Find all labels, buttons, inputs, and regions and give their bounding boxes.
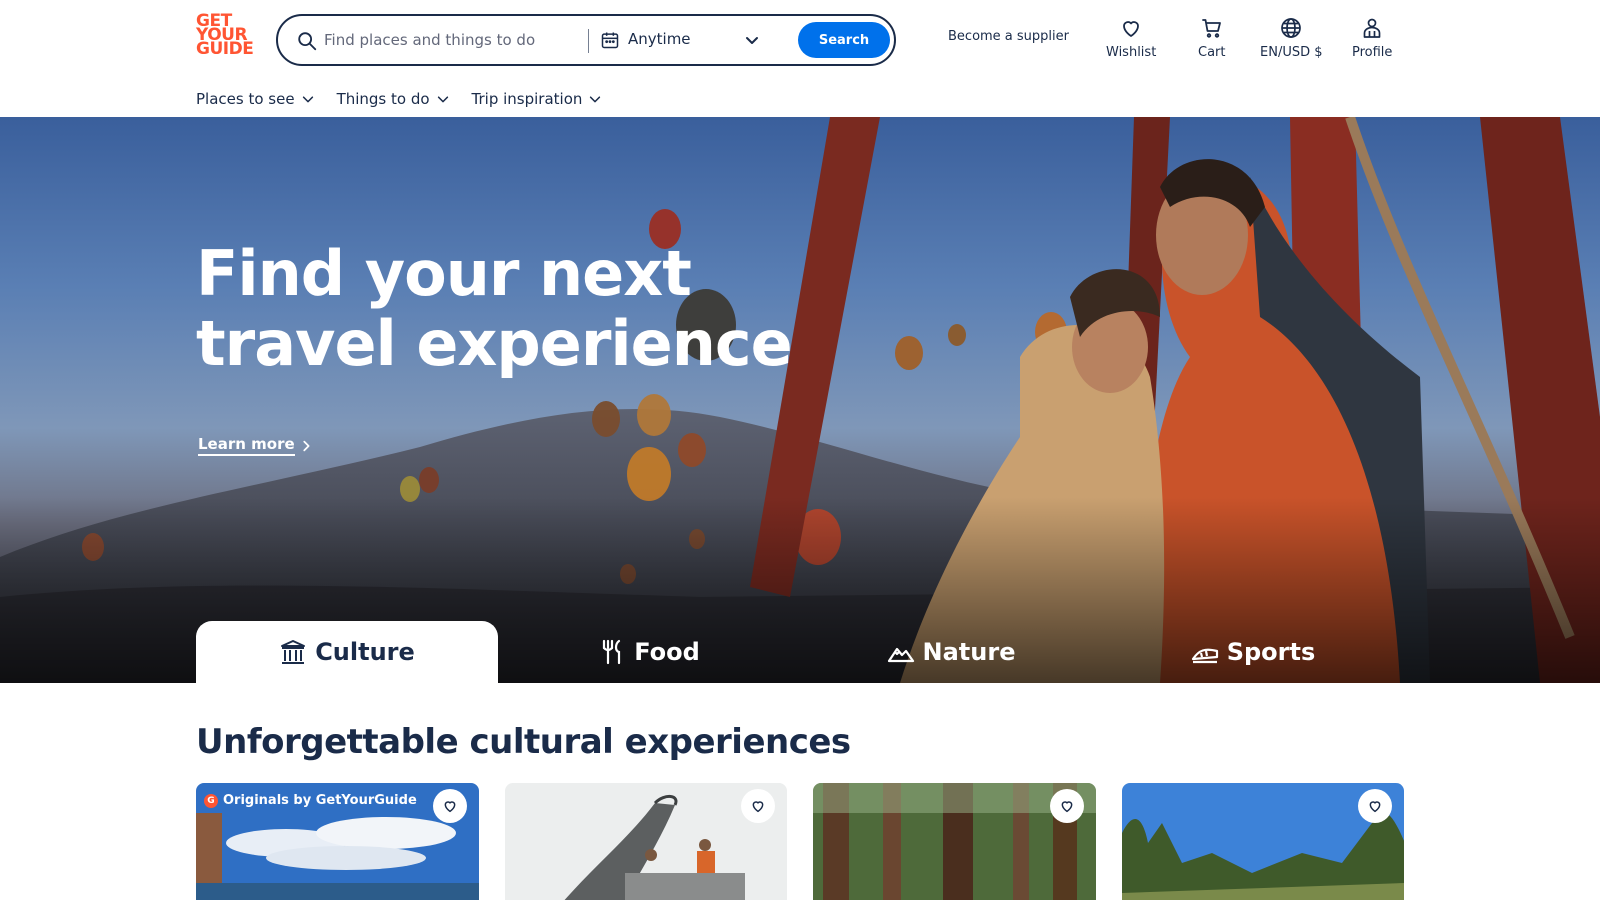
experience-card[interactable] — [1121, 783, 1404, 900]
tab-sports-label: Sports — [1226, 638, 1316, 666]
experience-card[interactable] — [813, 783, 1096, 900]
nature-icon — [887, 647, 914, 663]
tab-nature-label: Nature — [922, 638, 1016, 666]
wishlist-button[interactable]: Wishlist — [1106, 16, 1156, 60]
card-wishlist-button[interactable] — [1049, 789, 1084, 823]
wishlist-label: Wishlist — [1106, 45, 1157, 60]
nav-things-to-do[interactable]: Things to do — [337, 88, 450, 110]
date-picker[interactable]: Anytime — [596, 16, 776, 64]
section-title: Unforgettable cultural experiences — [196, 722, 851, 762]
cart-label: Cart — [1198, 45, 1226, 60]
originals-badge: G Originals by GetYourGuide — [204, 793, 417, 808]
date-value: Anytime — [628, 30, 691, 48]
heart-icon — [1369, 801, 1381, 813]
profile-label: Profile — [1352, 45, 1393, 60]
learn-more-link[interactable]: Learn more — [198, 435, 313, 456]
site-header: GET YOUR GUIDE Anytime Search Become a s… — [0, 0, 1600, 117]
tab-food-label: Food — [634, 638, 700, 666]
logo-line-3: GUIDE — [196, 39, 254, 59]
search-button[interactable]: Search — [798, 22, 890, 58]
experience-cards: G Originals by GetYourGuide — [196, 783, 1404, 900]
chevron-down-icon — [302, 96, 313, 103]
profile-button[interactable]: Profile — [1352, 16, 1392, 60]
globe-icon — [1281, 18, 1302, 38]
search-input[interactable] — [324, 16, 580, 64]
chevron-down-icon — [590, 96, 601, 103]
nav-things-to-do-label: Things to do — [336, 90, 430, 108]
become-supplier-link[interactable]: Become a supplier — [948, 29, 1069, 44]
card-wishlist-button[interactable] — [741, 789, 775, 823]
search-bar: Anytime Search — [276, 14, 896, 66]
hero-banner: Find your next travel experience Learn m… — [0, 117, 1600, 683]
sports-icon — [1191, 648, 1218, 664]
profile-icon — [1363, 18, 1381, 38]
chevron-down-icon — [746, 37, 758, 44]
nav-places-to-see[interactable]: Places to see — [196, 88, 315, 110]
tab-food[interactable]: Food — [498, 621, 800, 683]
tab-culture-label: Culture — [315, 638, 415, 666]
secondary-nav: Places to see Things to do Trip inspirat… — [196, 88, 602, 110]
heart-icon — [1123, 21, 1140, 37]
heart-icon — [444, 801, 455, 813]
search-divider — [588, 29, 589, 53]
card-wishlist-button[interactable] — [432, 789, 467, 823]
originals-logo-icon: G — [204, 793, 218, 808]
heart-icon — [1061, 801, 1072, 813]
culture-icon — [281, 640, 306, 664]
nav-places-to-see-label: Places to see — [196, 90, 295, 108]
experience-card[interactable]: G Originals by GetYourGuide — [196, 783, 479, 900]
hero-image — [0, 117, 1600, 683]
nav-trip-inspiration[interactable]: Trip inspiration — [472, 88, 603, 110]
search-icon — [298, 32, 317, 51]
tab-sports[interactable]: Sports — [1102, 621, 1404, 683]
card-wishlist-button[interactable] — [1358, 789, 1392, 823]
language-currency-label: EN/USD $ — [1260, 45, 1323, 60]
tab-nature[interactable]: Nature — [800, 621, 1102, 683]
cart-icon — [1201, 19, 1221, 38]
learn-more-label: Learn more — [198, 435, 295, 456]
chevron-down-icon — [437, 96, 448, 103]
heart-icon — [752, 801, 764, 813]
nav-trip-inspiration-label: Trip inspiration — [471, 90, 583, 108]
tab-culture[interactable]: Culture — [196, 621, 498, 683]
category-tabs: Culture Food Nature Sports — [196, 621, 1404, 683]
food-icon — [603, 639, 621, 665]
originals-badge-label: Originals by GetYourGuide — [223, 793, 417, 808]
cart-button[interactable]: Cart — [1198, 16, 1226, 60]
language-currency-button[interactable]: EN/USD $ — [1260, 16, 1323, 60]
getyourguide-logo[interactable]: GET YOUR GUIDE — [196, 13, 256, 59]
calendar-icon — [601, 32, 619, 49]
hero-title: Find your next travel experience — [196, 237, 793, 380]
experience-card[interactable] — [504, 783, 787, 900]
chevron-right-icon — [303, 440, 310, 451]
